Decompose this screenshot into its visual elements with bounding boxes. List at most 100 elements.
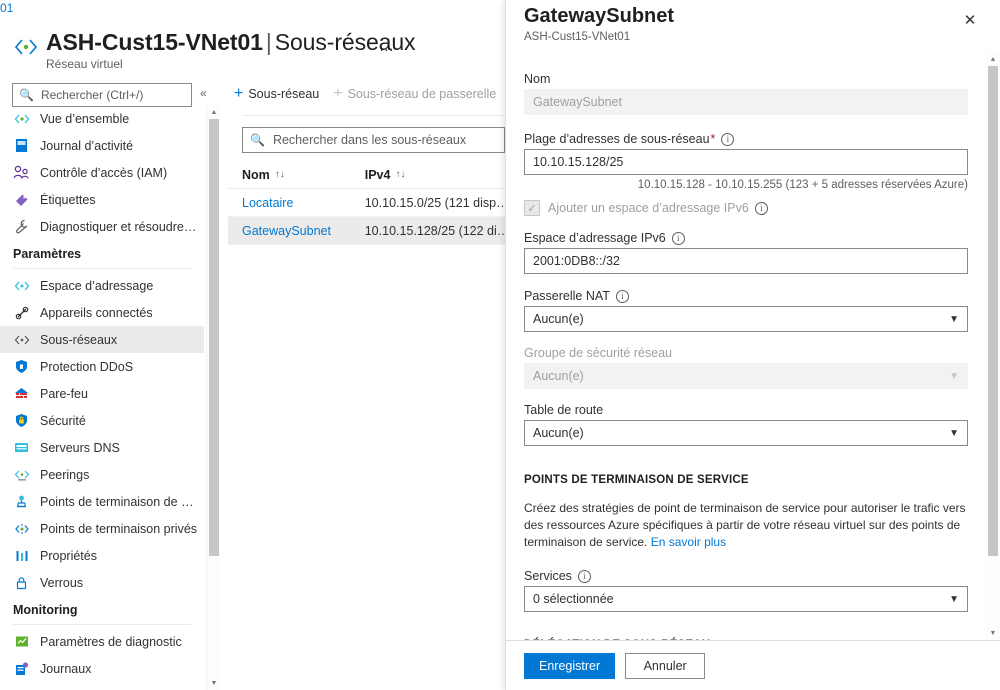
sidebar-item-label: Journal d’activité xyxy=(40,138,134,153)
chevron-down-icon: ▼ xyxy=(949,593,959,605)
services-dropdown[interactable]: 0 sélectionnée ▼ xyxy=(524,586,968,612)
label-text: Ajouter un espace d’adressage IPv6 xyxy=(548,201,749,215)
learn-more-link[interactable]: En savoir plus xyxy=(651,535,726,549)
sidebar-collapse-button[interactable]: « xyxy=(200,86,207,100)
logs-icon xyxy=(13,661,30,677)
column-header-ipv4[interactable]: IPv4 ↑↓ xyxy=(365,168,505,182)
main-content: + Sous-réseau + Sous-réseau de passerell… xyxy=(228,78,524,690)
sort-icon: ↑↓ xyxy=(395,169,406,180)
add-subnet-button[interactable]: + Sous-réseau xyxy=(228,78,327,110)
sidebar-divider xyxy=(13,268,191,269)
info-icon[interactable]: i xyxy=(577,569,591,583)
sidebar-item-espace-dadressage[interactable]: Espace d’adressage xyxy=(0,272,204,299)
field-ipv6-checkbox[interactable]: ✓ Ajouter un espace d’adressage IPv6 i xyxy=(524,200,968,216)
search-box[interactable]: 🔍 xyxy=(12,83,192,107)
subnet-search-input[interactable] xyxy=(270,132,496,148)
sidebar-item-label: Vue d’ensemble xyxy=(40,111,130,126)
sidebar-item-appareils-connectes[interactable]: Appareils connectés xyxy=(0,299,204,326)
cancel-button[interactable]: Annuler xyxy=(625,652,706,679)
tags-icon xyxy=(13,192,30,208)
label-text: Groupe de sécurité réseau xyxy=(524,346,673,360)
search-input[interactable] xyxy=(38,87,189,103)
sidebar-item-protection-ddos[interactable]: Protection DDoS xyxy=(0,353,204,380)
table-row[interactable]: Locataire 10.10.15.0/25 (121 disp… xyxy=(228,189,505,217)
checkbox-label: Ajouter un espace d’adressage IPv6 i xyxy=(548,201,768,215)
page-header: ASH-Cust15-VNet01 | Sous-réseaux Réseau vi… xyxy=(0,24,500,72)
save-button[interactable]: Enregistrer xyxy=(524,652,616,679)
checkbox-icon[interactable]: ✓ xyxy=(524,200,540,216)
sidebar-item-journaux[interactable]: Journaux xyxy=(0,655,204,682)
sidebar-scrollbar[interactable]: ▲ ▼ xyxy=(206,105,220,690)
sidebar-item-journal-dactivite[interactable]: Journal d’activité xyxy=(0,132,204,159)
field-label: Groupe de sécurité réseau xyxy=(524,346,968,360)
sidebar-item-controle-dacces-iam[interactable]: Contrôle d’accès (IAM) xyxy=(0,159,204,186)
sidebar-item-label: Verrous xyxy=(40,575,84,590)
sidebar-scrollbar-thumb[interactable] xyxy=(209,119,219,556)
subnet-name-link[interactable]: GatewaySubnet xyxy=(242,224,365,238)
field-services: Services i 0 sélectionnée ▼ xyxy=(524,569,968,612)
sidebar-item-label: Sécurité xyxy=(40,413,86,428)
sidebar-item-diagnostiquer[interactable]: Diagnostiquer et résoudre les… xyxy=(0,213,204,240)
filter-box[interactable]: 🔍 xyxy=(242,127,505,153)
sidebar-item-label: Diagnostiquer et résoudre les… xyxy=(40,219,198,234)
page-subtitle: Réseau virtuel xyxy=(46,57,123,71)
subnet-name-link[interactable]: Locataire xyxy=(242,196,365,210)
address-range-input[interactable] xyxy=(524,149,968,175)
info-icon[interactable]: i xyxy=(671,231,685,245)
nat-gateway-dropdown[interactable]: Aucun(e) ▼ xyxy=(524,306,968,332)
sidebar-item-label: Serveurs DNS xyxy=(40,440,120,455)
add-gateway-subnet-button[interactable]: + Sous-réseau de passerelle xyxy=(327,78,504,110)
diagnose-icon xyxy=(13,219,30,235)
subnet-detail-panel: GatewaySubnet ASH-Cust15-VNet01 ✕ Nom Pl… xyxy=(505,0,1000,690)
scroll-up-icon[interactable]: ▲ xyxy=(986,52,1000,66)
panel-scrollbar-thumb[interactable] xyxy=(988,66,998,556)
ipv6-space-input[interactable] xyxy=(524,248,968,274)
info-icon[interactable]: i xyxy=(615,289,629,303)
diagnostic-settings-icon xyxy=(13,634,30,650)
sidebar-item-proprietes[interactable]: Propriétés xyxy=(0,542,204,569)
sidebar-item-vue-densemble[interactable]: Vue d’ensemble xyxy=(0,105,204,132)
sidebar-item-sous-reseaux[interactable]: Sous-réseaux xyxy=(0,326,204,353)
address-space-icon xyxy=(13,278,30,294)
info-icon[interactable]: i xyxy=(721,132,735,146)
sidebar-item-points-de-terminaison-prives[interactable]: Points de terminaison privés xyxy=(0,515,204,542)
search-icon: 🔍 xyxy=(250,133,265,147)
sidebar-item-parametres-de-diagnostic[interactable]: Paramètres de diagnostic xyxy=(0,628,204,655)
label-text: Table de route xyxy=(524,403,604,417)
plus-icon: + xyxy=(333,85,343,102)
field-label: Plage d’adresses de sous-réseau * i xyxy=(524,132,968,146)
panel-scrollbar[interactable]: ▲ ▼ xyxy=(986,52,1000,640)
sidebar-item-label: Appareils connectés xyxy=(40,305,153,320)
breadcrumb-cutoff[interactable]: 01 xyxy=(0,0,60,16)
more-menu-icon[interactable]: … xyxy=(379,38,396,55)
sidebar-item-serveurs-dns[interactable]: Serveurs DNS xyxy=(0,434,204,461)
scroll-down-icon[interactable]: ▼ xyxy=(207,676,221,690)
close-icon[interactable]: ✕ xyxy=(959,9,981,31)
field-nat-gateway: Passerelle NAT i Aucun(e) ▼ xyxy=(524,289,968,332)
chevron-down-icon: ▼ xyxy=(949,313,959,325)
scroll-down-icon[interactable]: ▼ xyxy=(986,626,1000,640)
vnet-icon xyxy=(13,111,30,127)
panel-subtitle: ASH-Cust15-VNet01 xyxy=(524,31,631,43)
label-text: Passerelle NAT xyxy=(524,289,610,303)
sidebar-item-verrous[interactable]: Verrous xyxy=(0,569,204,596)
sidebar: 🔍 « Vue d’ensemble xyxy=(0,78,220,690)
sidebar-item-etiquettes[interactable]: Étiquettes xyxy=(0,186,204,213)
info-icon[interactable]: i xyxy=(754,201,768,215)
sidebar-item-securite[interactable]: Sécurité xyxy=(0,407,204,434)
sidebar-item-points-de-terminaison-de-service[interactable]: Points de terminaison de service xyxy=(0,488,204,515)
add-gateway-subnet-label: Sous-réseau de passerelle xyxy=(347,87,497,101)
table-row[interactable]: GatewaySubnet 10.10.15.128/25 (122 di… xyxy=(228,217,505,245)
scroll-up-icon[interactable]: ▲ xyxy=(207,105,221,119)
route-table-dropdown[interactable]: Aucun(e) ▼ xyxy=(524,420,968,446)
properties-icon xyxy=(13,548,30,564)
sidebar-item-peerings[interactable]: Peerings xyxy=(0,461,204,488)
label-text: Nom xyxy=(524,72,551,86)
service-endpoints-icon xyxy=(13,494,30,510)
subnet-name-input xyxy=(524,89,968,115)
column-header-nom[interactable]: Nom ↑↓ xyxy=(242,168,365,182)
sidebar-item-pare-feu[interactable]: Pare-feu xyxy=(0,380,204,407)
ddos-shield-icon xyxy=(13,359,30,375)
page-title-separator: | xyxy=(265,29,272,55)
nsg-dropdown: Aucun(e) ▼ xyxy=(524,363,968,389)
